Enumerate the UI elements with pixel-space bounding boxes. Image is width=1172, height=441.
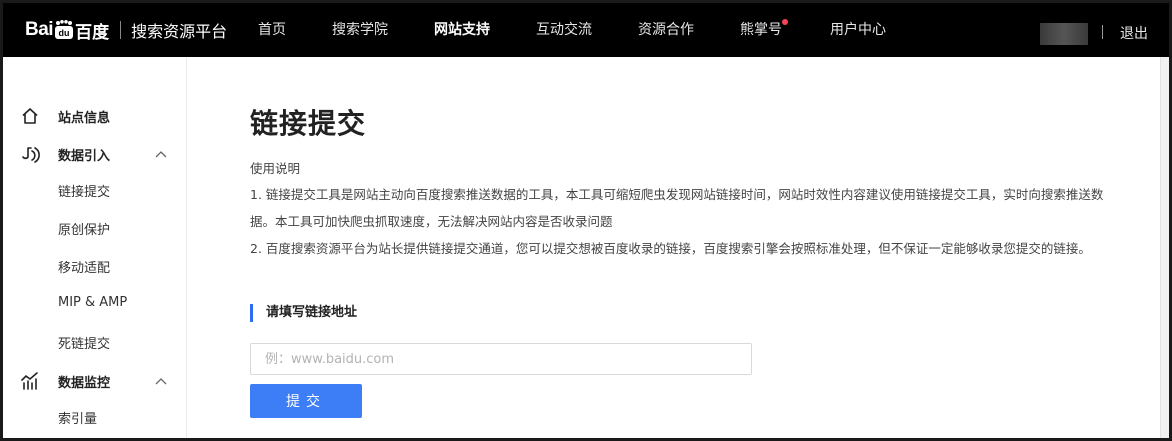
- nav-search-academy[interactable]: 搜索学院: [332, 3, 388, 57]
- url-form-label: 请填写链接地址: [250, 304, 357, 322]
- usage-line-1: 1. 链接提交工具是网站主动向百度搜索推送数据的工具，本工具可缩短爬虫发现网站链…: [250, 187, 1104, 202]
- logo-text-brand: 百度: [75, 22, 110, 43]
- sidebar-item-mobile-adaptation[interactable]: 移动适配: [58, 257, 110, 276]
- notification-dot-icon: [782, 19, 788, 25]
- sidebar-group-label: 数据监控: [58, 376, 111, 391]
- top-navigation-bar: Bai du 百度 搜索资源平台 首页 搜索学院 网站支持 互动交流 资源合作: [3, 3, 1169, 57]
- page-frame: Bai du 百度 搜索资源平台 首页 搜索学院 网站支持 互动交流 资源合作: [0, 0, 1172, 441]
- nav-home[interactable]: 首页: [258, 3, 286, 57]
- page-scrollbar[interactable]: [1160, 57, 1169, 438]
- chart-monitor-icon: [20, 371, 40, 391]
- sidebar-group-label: 站点信息: [58, 111, 111, 126]
- data-import-icon: [20, 144, 40, 164]
- home-icon: [20, 106, 40, 126]
- page-title: 链接提交: [250, 107, 367, 140]
- svg-text:du: du: [59, 28, 70, 38]
- main-content: 链接提交 使用说明 1. 链接提交工具是网站主动向百度搜索推送数据的工具，本工具…: [188, 57, 1169, 438]
- usage-line-2: 据。本工具可加快爬虫抓取速度，无法解决网站内容是否收录问题: [250, 214, 613, 229]
- sidebar: 站点信息 数据引入 链接提交 原创保护 移动适配 MIP & AMP 死链提交 …: [3, 57, 187, 438]
- logo-divider: [120, 21, 122, 39]
- url-input[interactable]: [250, 343, 752, 375]
- nav-xiongzhang-label: 熊掌号: [740, 22, 782, 38]
- paw-logo-icon: du: [54, 20, 74, 40]
- sidebar-group-label: 数据引入: [58, 149, 111, 164]
- nav-interaction[interactable]: 互动交流: [536, 3, 592, 57]
- nav-xiongzhang[interactable]: 熊掌号: [740, 3, 788, 57]
- usage-heading: 使用说明: [250, 161, 301, 176]
- submit-button[interactable]: 提交: [250, 384, 362, 418]
- chevron-up-icon[interactable]: [153, 146, 169, 162]
- main-nav: 首页 搜索学院 网站支持 互动交流 资源合作 熊掌号 用户中心: [258, 3, 886, 57]
- header-divider: [1102, 25, 1103, 39]
- sidebar-group-site-info[interactable]: 站点信息: [3, 104, 187, 128]
- sidebar-item-link-submit[interactable]: 链接提交: [58, 181, 110, 200]
- nav-user-center[interactable]: 用户中心: [830, 3, 886, 57]
- platform-name: 搜索资源平台: [131, 22, 228, 41]
- sidebar-item-mip-amp[interactable]: MIP & AMP: [58, 295, 127, 310]
- sidebar-item-original-protection[interactable]: 原创保护: [58, 219, 110, 238]
- usage-line-3: 2. 百度搜索资源平台为站长提供链接提交通道，您可以提交想被百度收录的链接，百度…: [250, 241, 1091, 256]
- nav-site-support[interactable]: 网站支持: [434, 3, 490, 57]
- nav-resource-cooperation[interactable]: 资源合作: [638, 3, 694, 57]
- logout-link[interactable]: 退出: [1120, 3, 1148, 65]
- chevron-up-icon[interactable]: [153, 373, 169, 389]
- sidebar-item-index-volume[interactable]: 索引量: [58, 408, 97, 427]
- sidebar-group-data-import[interactable]: 数据引入: [3, 142, 187, 166]
- baidu-logo[interactable]: Bai du 百度 搜索资源平台: [25, 16, 227, 44]
- sidebar-group-data-monitor[interactable]: 数据监控: [3, 369, 187, 393]
- sidebar-item-dead-link[interactable]: 死链提交: [58, 333, 110, 352]
- logo-text-bai: Bai: [25, 19, 54, 40]
- user-avatar[interactable]: [1040, 23, 1088, 45]
